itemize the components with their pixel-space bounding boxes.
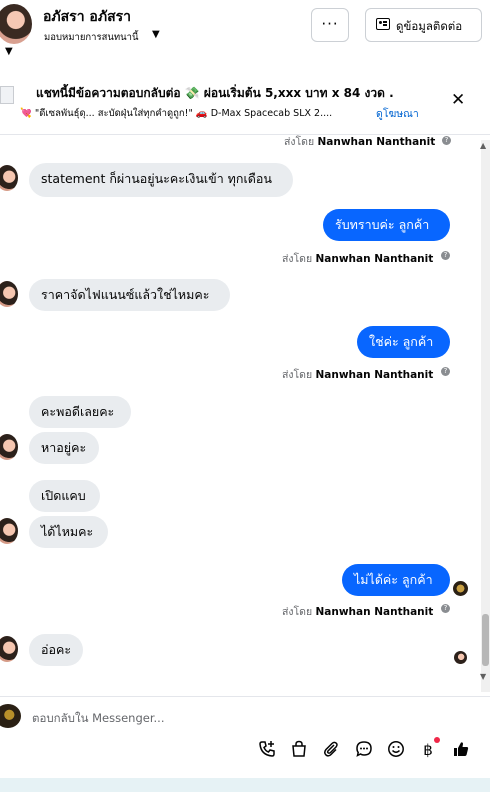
message-incoming[interactable]: หาอยู่คะ	[29, 432, 99, 464]
customer-avatar[interactable]	[0, 165, 18, 191]
customer-avatar[interactable]	[0, 636, 18, 662]
message-incoming[interactable]: คะพอดีเลยคะ	[29, 396, 131, 428]
scroll-down-icon[interactable]: ▼	[480, 672, 486, 681]
scrollbar-track[interactable]	[481, 140, 490, 692]
customer-avatar[interactable]	[0, 434, 18, 460]
contact-name[interactable]: อภัสรา อภัสรา	[43, 6, 131, 28]
contact-info-label: ดูข้อมูลติดต่อ	[396, 19, 463, 33]
message-outgoing[interactable]: ใช่ค่ะ ลูกค้า	[357, 326, 450, 358]
message-incoming[interactable]: อ่อคะ	[29, 634, 83, 666]
customer-avatar[interactable]	[0, 281, 18, 307]
contact-card-icon	[376, 18, 390, 30]
seen-avatar	[453, 581, 468, 596]
ad-subtitle: 💘 "ดีเซลพันธุ์ดุ... สะบัดฝุ่นใส่ทุกคำดูถ…	[20, 108, 333, 119]
sent-by-label: ส่งโดย Nanwhan Nanthanit	[282, 253, 434, 265]
sent-by-label: ส่งโดย Nanwhan Nanthanit	[282, 606, 434, 618]
info-icon[interactable]: ?	[441, 604, 450, 613]
emoji-icon[interactable]	[386, 740, 406, 760]
message-incoming[interactable]: ราคาจัดไฟแนนซ์แล้วใช่ไหมคะ	[29, 279, 230, 311]
message-outgoing[interactable]: รับทราบค่ะ ลูกค้า	[323, 209, 450, 241]
sent-by-label: ส่งโดย Nanwhan Nanthanit	[282, 369, 434, 381]
notification-dot	[434, 737, 440, 743]
customer-avatar[interactable]	[0, 518, 18, 544]
view-contact-info-button[interactable]: ดูข้อมูลติดต่อ	[365, 8, 482, 42]
baht-icon[interactable]: ฿	[418, 740, 438, 760]
seen-avatar	[454, 651, 467, 664]
page-avatar	[0, 704, 21, 728]
chevron-down-icon[interactable]: ▼	[152, 29, 160, 40]
view-ad-link[interactable]: ดูโฆษณา	[376, 105, 419, 122]
message-incoming[interactable]: เปิดแคบ	[29, 480, 100, 512]
info-icon[interactable]: ?	[441, 367, 450, 376]
shopping-bag-icon[interactable]	[289, 740, 309, 760]
info-icon[interactable]: ?	[441, 251, 450, 260]
message-incoming[interactable]: ได้ไหมคะ	[29, 516, 108, 548]
thumbs-up-icon[interactable]	[452, 740, 470, 762]
bottom-band	[0, 778, 490, 792]
reply-input[interactable]: ตอบกลับใน Messenger...	[32, 710, 164, 728]
scrollbar-thumb[interactable]	[482, 614, 489, 666]
chat-bubble-icon[interactable]	[354, 740, 374, 760]
info-icon[interactable]: ?	[442, 136, 451, 145]
more-options-button[interactable]: ···	[311, 8, 349, 42]
phone-add-icon[interactable]	[257, 740, 277, 760]
avatar-caret-icon[interactable]: ▼	[5, 46, 13, 57]
message-outgoing[interactable]: ไม่ได้ค่ะ ลูกค้า	[342, 564, 450, 596]
ad-thumbnail[interactable]	[0, 86, 14, 104]
composer-divider	[0, 696, 490, 697]
message-incoming[interactable]: statement ก็ผ่านอยู่นะคะเงินเข้า ทุกเดือ…	[29, 163, 293, 197]
assign-conversation-label[interactable]: มอบหมายการสนทนานี้	[44, 30, 139, 45]
attachment-icon[interactable]	[321, 740, 341, 760]
scroll-up-icon[interactable]: ▲	[480, 141, 486, 150]
sent-by-label: ส่งโดย Nanwhan Nanthanit	[284, 136, 436, 148]
ad-title: แชทนี้มีข้อความตอบกลับต่อ 💸 ผ่อนเริ่มต้น…	[36, 86, 394, 100]
close-icon[interactable]: ✕	[451, 90, 465, 110]
